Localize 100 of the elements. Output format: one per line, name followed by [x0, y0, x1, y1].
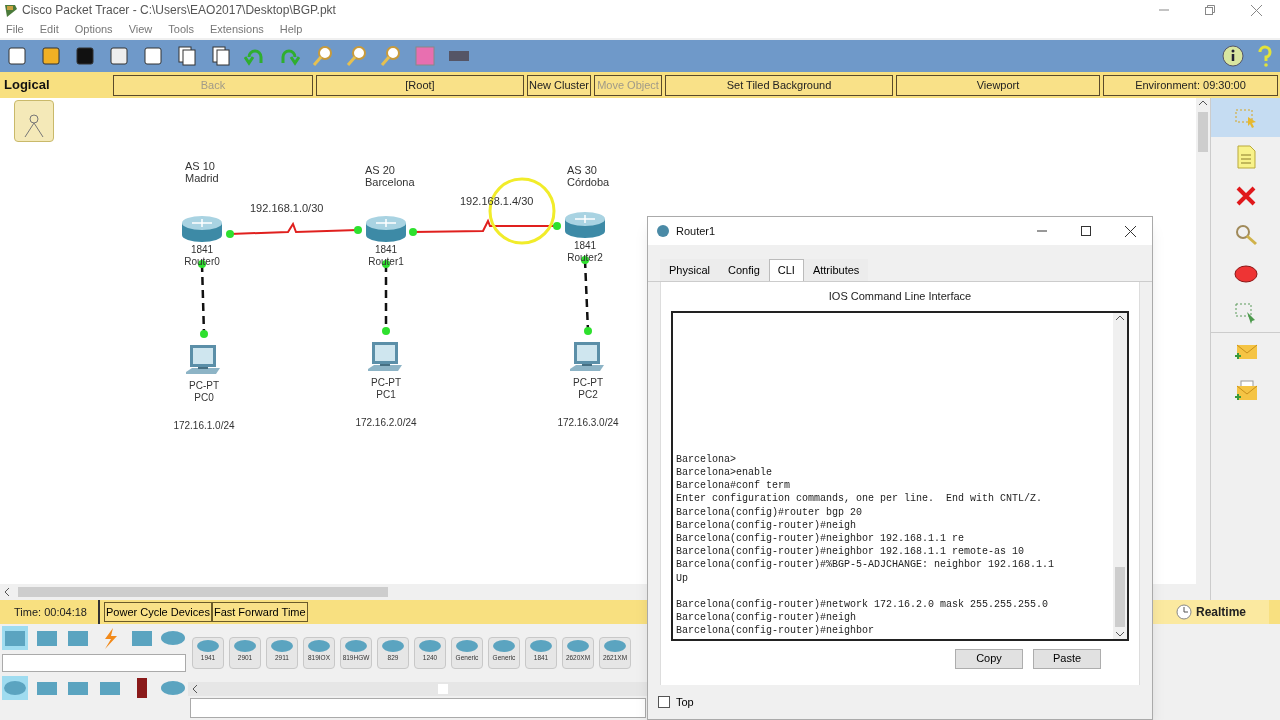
nav-button[interactable]: Environment: 09:30:00	[1103, 74, 1278, 96]
maximize-icon[interactable]	[1081, 226, 1091, 236]
ellipse-icon	[1232, 263, 1259, 284]
dialog-button[interactable]: Paste	[1033, 648, 1101, 669]
router-icon	[364, 214, 408, 244]
router-icon	[563, 210, 607, 240]
panel-heading: IOS Command Line Interface	[827, 289, 973, 304]
envelope-icon	[1232, 342, 1259, 362]
zoom-in-icon[interactable]	[312, 45, 334, 67]
menu-item[interactable]: Extensions	[209, 20, 264, 38]
scroll-up-icon[interactable]	[1116, 314, 1124, 321]
router-icon	[602, 638, 628, 654]
router-icon	[180, 214, 224, 244]
device-name: PC2	[578, 389, 598, 401]
device-name: PC0	[194, 392, 214, 404]
router-icon	[491, 638, 517, 654]
app-icon	[4, 3, 18, 17]
note-icon	[1235, 144, 1256, 169]
area-label: Córdoba	[567, 176, 610, 188]
router-icon	[269, 638, 295, 654]
scroll-thumb[interactable]	[1115, 566, 1125, 627]
router-icon	[380, 638, 406, 654]
router-icon[interactable]	[2, 676, 28, 700]
app-icon	[656, 224, 670, 238]
scroll-thumb[interactable]	[438, 684, 448, 694]
nav-button[interactable]: Set Tiled Background	[665, 74, 893, 96]
router-icon	[454, 638, 480, 654]
zoom-reset-icon[interactable]	[346, 45, 368, 67]
area-label: AS 30	[567, 164, 598, 176]
menu-item[interactable]: Edit	[39, 20, 59, 38]
device-model: PC-PT	[189, 380, 219, 392]
dialog-button[interactable]: Copy	[955, 648, 1023, 669]
delete-icon	[1234, 184, 1257, 207]
logical-view-icon[interactable]	[14, 100, 54, 142]
help-icon[interactable]	[1256, 44, 1274, 68]
link-label: 192.168.1.0/30	[250, 201, 324, 216]
tab[interactable]: CLI	[768, 259, 804, 281]
device-name: Router2	[567, 252, 603, 264]
menu-item[interactable]: Help	[279, 20, 303, 38]
restore-icon[interactable]	[1205, 5, 1215, 15]
time-label: Time: 00:04:18	[0, 600, 100, 624]
search-icon	[1233, 222, 1258, 247]
scroll-up-icon[interactable]	[1199, 100, 1207, 106]
nav-button[interactable]: [Root]	[316, 74, 524, 96]
device-model: PC-PT	[371, 377, 401, 389]
device-name: Router1	[368, 256, 404, 268]
clock-icon	[1176, 604, 1192, 620]
nav-button[interactable]: New Cluster	[527, 74, 591, 96]
scrollbar[interactable]	[188, 682, 648, 696]
area-label: AS 10	[185, 160, 216, 172]
router-icon	[306, 638, 332, 654]
window-title: Router1	[676, 223, 716, 239]
tab[interactable]: Config	[718, 259, 769, 281]
tab[interactable]: Attributes	[803, 259, 869, 281]
scroll-thumb[interactable]	[18, 587, 388, 597]
scroll-left-icon[interactable]	[192, 685, 198, 693]
scroll-left-icon[interactable]	[4, 588, 10, 596]
info-icon[interactable]	[1222, 45, 1244, 67]
time-button[interactable]: Power Cycle Devices	[104, 602, 212, 622]
top-checkbox[interactable]	[658, 696, 670, 708]
copy-icon[interactable]	[176, 45, 198, 67]
time-button[interactable]: Fast Forward Time	[211, 602, 308, 622]
menu-item[interactable]: View	[128, 20, 153, 38]
router-icon	[565, 638, 591, 654]
window-title: Cisco Packet Tracer - C:\Users\EAO2017\Desktop\BGP.pkt	[22, 2, 336, 19]
router-icon	[417, 638, 443, 654]
scrollbar[interactable]	[1113, 312, 1127, 639]
mode-tab[interactable]: Realtime	[1153, 600, 1269, 624]
device-model: 1841	[190, 244, 214, 256]
zoom-out-icon[interactable]	[380, 45, 402, 67]
network-label: 172.16.2.0/24	[355, 416, 417, 430]
close-icon[interactable]	[1125, 225, 1136, 237]
router-icon	[232, 638, 258, 654]
nav-button[interactable]: Viewport	[896, 74, 1100, 96]
network-devices-icon[interactable]	[2, 626, 28, 650]
router-icon	[343, 638, 369, 654]
device-model: 1841	[573, 240, 597, 252]
area-label: AS 20	[365, 164, 396, 176]
device-model: PC-PT	[573, 377, 603, 389]
terminal-output: Barcelona> Barcelona>enable Barcelona#conf term Enter configuration commands, one per line. End with CNTL/Z. Barcelona(config)#router bgp 20 Barcelona(config-router)#neigh Barcelona(config-router)#neighbor 192.168.1.1 re Barcelona(config-router)#neighbor 192.168.1.1 remote-as 10 Barcelona(config-router)#%BGP-5-ADJCHANGE: neighbor 192.168.1.1 Up Barcelona(config-router)#network 172.16.2.0 mask 255.255.255.0 Barcelona(config-router)#neigh Barcelona(config-router)#neighbor	[675, 452, 1056, 639]
scroll-down-icon[interactable]	[1116, 630, 1124, 637]
menu-item[interactable]: Tools	[168, 20, 194, 38]
menu-item[interactable]: File	[6, 20, 24, 38]
network-label: 172.16.3.0/24	[557, 416, 619, 430]
scroll-thumb[interactable]	[1198, 112, 1208, 152]
checkbox-label: Top	[676, 694, 694, 710]
device-search-field[interactable]	[2, 654, 186, 672]
resize-icon	[1233, 301, 1258, 324]
device-name: PC1	[376, 389, 396, 401]
paste-icon[interactable]	[210, 45, 232, 67]
select-icon	[1233, 106, 1258, 129]
tab[interactable]: Physical	[660, 259, 719, 281]
router-icon	[528, 638, 554, 654]
area-label: Barcelona	[365, 176, 415, 188]
network-label: 172.16.1.0/24	[173, 419, 235, 433]
menu-item[interactable]: Options	[74, 20, 113, 38]
router-icon	[195, 638, 221, 654]
area-label: Madrid	[185, 172, 219, 184]
view-mode-label: Logical	[3, 76, 51, 95]
device-model: 1841	[374, 244, 398, 256]
